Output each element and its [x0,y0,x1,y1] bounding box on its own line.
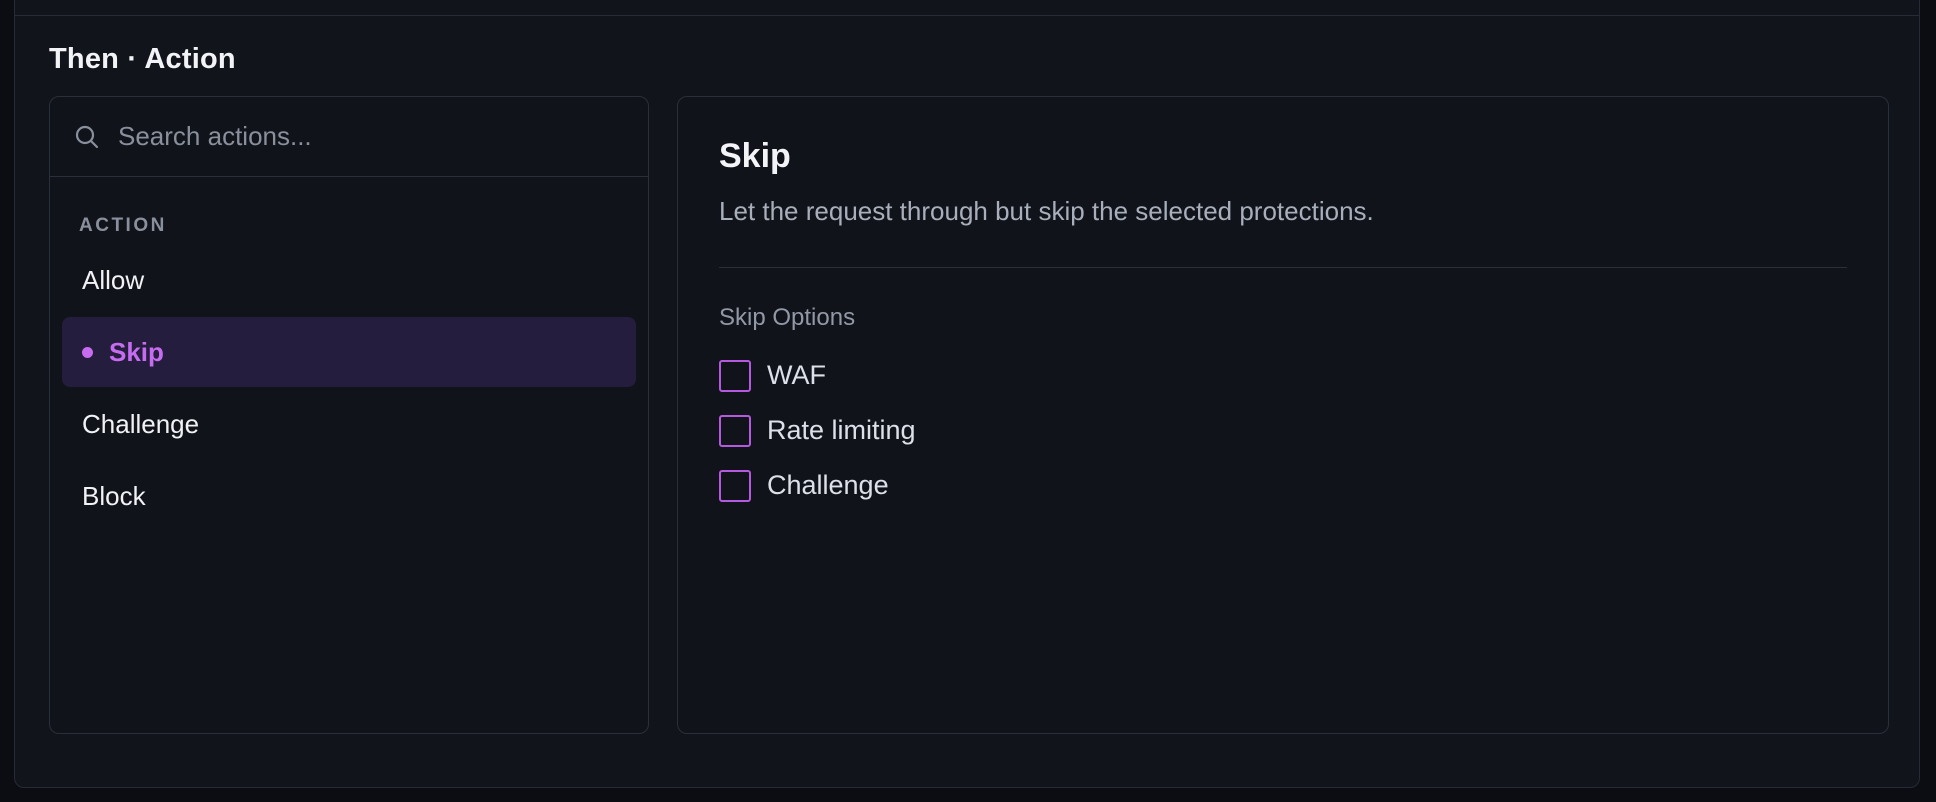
rate-limiting-checkbox[interactable] [719,414,751,447]
action-list-panel: ACTION Allow Skip Challenge Block [49,96,649,734]
skip-options-label: Skip Options [719,304,856,331]
top-divider [15,15,1919,16]
challenge-checkbox[interactable] [719,469,751,502]
action-item-label: Block [82,480,146,511]
option-rate-limiting[interactable]: Rate limiting [719,403,1847,458]
section-title: Then · Action [49,43,236,75]
detail-description: Let the request through but skip the sel… [719,196,1374,226]
option-label: WAF [767,360,826,390]
group-label: ACTION [79,215,167,236]
search-icon [74,124,100,150]
action-item-label: Allow [82,264,145,295]
action-item-challenge[interactable]: Challenge [62,389,636,459]
action-item-label: Skip [109,336,164,367]
search-input[interactable] [118,121,648,152]
skip-options-list: WAF Rate limiting Challenge [719,348,1847,513]
detail-divider [719,267,1847,268]
action-item-block[interactable]: Block [62,461,636,531]
action-list: Allow Skip Challenge Block [50,237,648,531]
search-row [50,97,648,177]
selected-dot-icon [82,346,93,358]
option-label: Rate limiting [767,415,916,445]
option-waf[interactable]: WAF [719,348,1847,403]
option-challenge[interactable]: Challenge [719,458,1847,513]
detail-title: Skip [719,137,791,175]
action-card: Then · Action ACTION Allow Skip Challeng… [14,0,1920,788]
action-detail-panel: Skip Let the request through but skip th… [677,96,1889,734]
action-item-allow[interactable]: Allow [62,245,636,315]
waf-checkbox[interactable] [719,359,751,392]
option-label: Challenge [767,470,889,500]
action-item-skip[interactable]: Skip [62,317,636,387]
action-item-label: Challenge [82,408,200,439]
